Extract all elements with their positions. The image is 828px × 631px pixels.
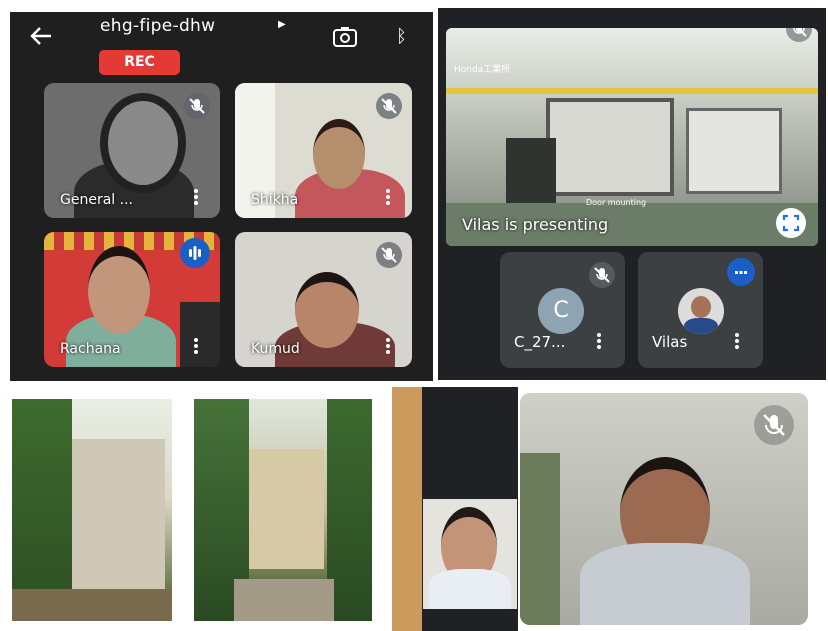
participant-name: Rachana xyxy=(60,341,121,357)
photo-frame-border xyxy=(392,387,422,631)
participant-name: General ... xyxy=(60,192,133,208)
participant-name: Vilas xyxy=(652,333,688,351)
presentation-screen: Honda工業所 Door mounting Vilas is presenti… xyxy=(438,8,826,380)
meeting-title[interactable]: ehg-fipe-dhw xyxy=(100,16,215,36)
more-vert-icon[interactable] xyxy=(735,333,739,351)
participant-tile[interactable]: Kumud xyxy=(235,232,412,367)
shared-screen[interactable]: Honda工業所 Door mounting Vilas is presenti… xyxy=(446,28,818,246)
speaking-icon xyxy=(727,258,755,286)
mic-off-icon xyxy=(376,93,402,119)
chevron-right-icon[interactable]: ▶ xyxy=(278,19,286,30)
mic-off-icon xyxy=(184,93,210,119)
slide-caption: Door mounting xyxy=(586,198,647,207)
mic-off-icon xyxy=(376,242,402,268)
participant-name: Kumud xyxy=(251,341,300,357)
presenting-label: Vilas is presenting xyxy=(462,215,609,234)
fullscreen-icon[interactable] xyxy=(776,208,806,238)
participant-name: Shikha xyxy=(251,192,299,208)
more-vert-icon[interactable] xyxy=(597,333,601,351)
mic-off-icon xyxy=(754,405,794,445)
meet-grid-screen: ehg-fipe-dhw ▶ ᛒ REC General ... Shikha xyxy=(10,12,433,381)
participant-tile[interactable]: General ... xyxy=(44,83,220,218)
bluetooth-icon[interactable]: ᛒ xyxy=(396,26,407,47)
participant-tile[interactable]: C C_27... xyxy=(500,252,625,368)
campus-entrance-photo xyxy=(194,399,372,621)
more-vert-icon[interactable] xyxy=(386,189,390,207)
speaking-icon xyxy=(180,238,210,268)
campus-video-screen xyxy=(0,387,828,631)
more-vert-icon[interactable] xyxy=(194,189,198,207)
back-arrow-icon[interactable] xyxy=(30,26,52,46)
participant-tile[interactable]: Rachana xyxy=(44,232,220,367)
campus-building-photo xyxy=(12,399,172,621)
avatar xyxy=(678,288,724,334)
participant-name: C_27... xyxy=(514,333,566,351)
switch-camera-icon[interactable] xyxy=(332,26,358,48)
avatar: C xyxy=(538,288,584,334)
rec-badge: REC xyxy=(99,50,180,75)
mic-off-icon xyxy=(786,28,812,42)
participant-tile[interactable]: Shikha xyxy=(235,83,412,218)
more-vert-icon[interactable] xyxy=(386,338,390,356)
mic-off-icon xyxy=(589,262,615,288)
slide-brand: Honda工業所 xyxy=(454,65,511,75)
more-vert-icon[interactable] xyxy=(194,338,198,356)
participant-tile[interactable]: Vilas xyxy=(638,252,763,368)
participant-video-small[interactable] xyxy=(423,499,517,609)
participant-video-main[interactable] xyxy=(520,393,808,625)
